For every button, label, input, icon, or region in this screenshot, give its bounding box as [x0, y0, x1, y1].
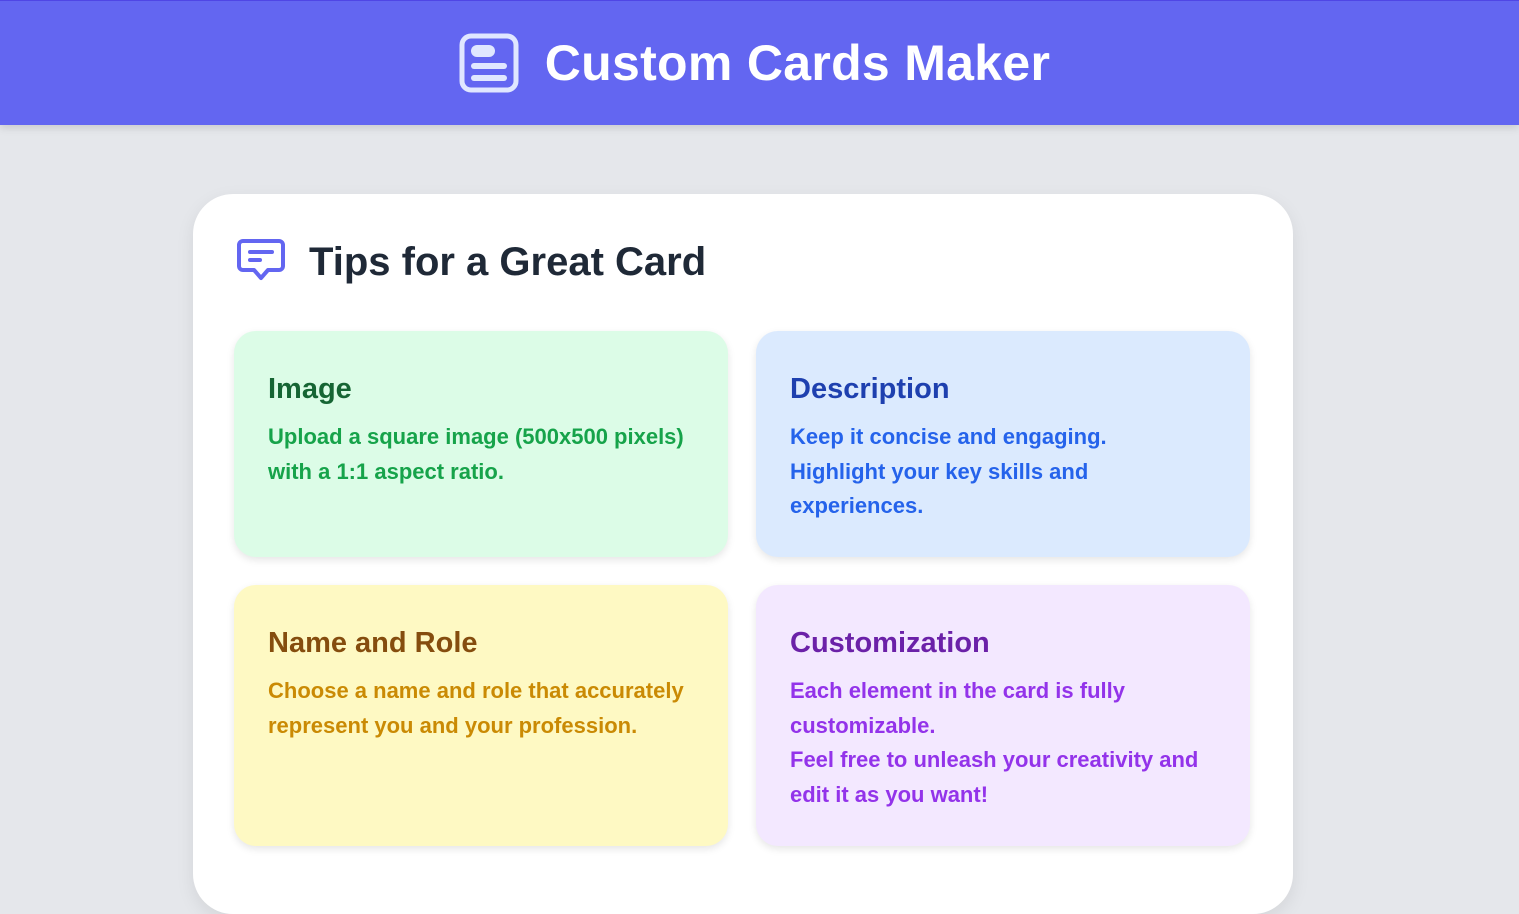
tips-panel: Tips for a Great Card Image Upload a squ…	[193, 194, 1293, 914]
tip-card-description: Description Keep it concise and engaging…	[756, 331, 1250, 557]
app-title: Custom Cards Maker	[544, 35, 1051, 91]
header-brand: Custom Cards Maker	[459, 33, 1051, 93]
tip-card-title: Image	[268, 373, 352, 405]
tip-card-text: Feel free to unleash your creativity and…	[790, 747, 1199, 807]
tips-panel-header: Tips for a Great Card	[237, 238, 706, 287]
chat-bubble-icon	[237, 238, 285, 287]
tip-card-image: Image Upload a square image (500x500 pix…	[234, 331, 728, 557]
tips-panel-title: Tips for a Great Card	[309, 240, 707, 284]
tip-card-text: Keep it concise and engaging.	[790, 424, 1107, 449]
tip-card-text: Highlight your key skills and experience…	[790, 458, 1089, 519]
tip-card-customization: Customization Each element in the card i…	[756, 585, 1250, 846]
tip-card-text: Upload a square image (500x500 pixels) w…	[268, 424, 684, 484]
tip-card-text: Each element in the card is fully custom…	[790, 678, 1125, 738]
app-header: Custom Cards Maker	[0, 0, 1519, 125]
tip-card-title: Description	[790, 373, 950, 405]
tip-card-title: Name and Role	[268, 627, 478, 659]
tip-card-title: Customization	[790, 627, 990, 659]
tip-card-name-and-role: Name and Role Choose a name and role tha…	[234, 585, 728, 846]
tip-card-text: Choose a name and role that accurately r…	[268, 678, 684, 738]
card-layout-icon	[459, 33, 519, 93]
